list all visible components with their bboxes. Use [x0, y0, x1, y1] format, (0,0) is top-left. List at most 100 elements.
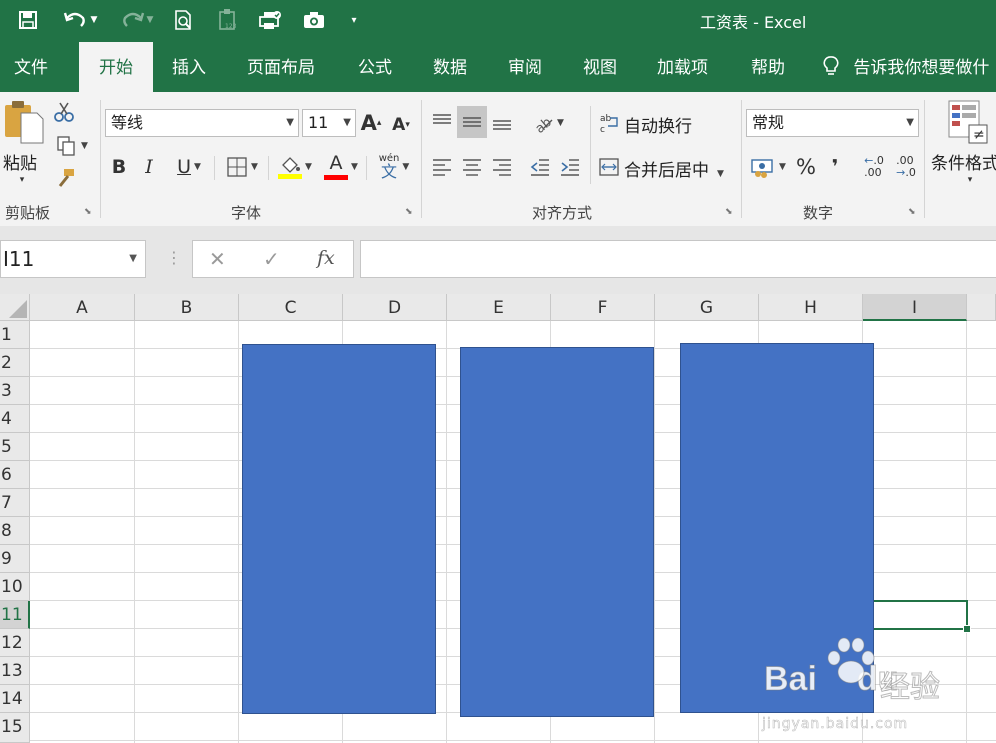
align-top-icon[interactable]: [428, 106, 456, 136]
row-header-10[interactable]: 10: [0, 573, 30, 601]
quick-print-icon[interactable]: [256, 6, 284, 34]
copy-icon[interactable]: ▼: [52, 134, 92, 158]
row-header-14[interactable]: 14: [0, 685, 30, 713]
clipboard-launcher-icon[interactable]: ⬊: [84, 207, 94, 217]
row-header-11[interactable]: 11: [0, 601, 30, 629]
redo-icon[interactable]: ▼: [114, 6, 158, 34]
select-all-button[interactable]: [0, 294, 30, 321]
ribbon-tabs: 文件 开始 插入 页面布局 公式 数据 审阅 视图 加载项 帮助 告诉我你想要做…: [0, 42, 996, 92]
tab-page-layout[interactable]: 页面布局: [247, 42, 315, 92]
number-launcher-icon[interactable]: ⬊: [908, 207, 918, 217]
rectangle-shape-1[interactable]: [242, 344, 436, 714]
column-header-g[interactable]: G: [655, 294, 759, 321]
grow-font-button[interactable]: A ▴: [360, 110, 382, 136]
phonetic-guide-button[interactable]: wén 文 ▼: [372, 150, 416, 184]
underline-button[interactable]: U ▼: [168, 154, 210, 180]
column-header-j[interactable]: [967, 294, 996, 321]
formula-input[interactable]: [360, 240, 996, 278]
name-box[interactable]: I11 ▼: [0, 240, 146, 278]
worksheet-grid[interactable]: A B C D E F G H I 1 2 3 4 5 6 7 8 9 10 1…: [0, 294, 996, 743]
align-center-icon[interactable]: [458, 152, 486, 182]
tab-help[interactable]: 帮助: [751, 42, 785, 92]
increase-decimal-button[interactable]: ←.0.00: [860, 152, 888, 182]
tell-me-search[interactable]: 告诉我你想要做什: [822, 42, 989, 92]
cancel-icon[interactable]: ✕: [209, 247, 226, 271]
column-header-c[interactable]: C: [239, 294, 343, 321]
font-color-button[interactable]: A ▼: [320, 152, 362, 182]
row-header-15[interactable]: 15: [0, 713, 30, 743]
row-header-8[interactable]: 8: [0, 517, 30, 545]
align-middle-icon[interactable]: [457, 106, 487, 138]
row-header-5[interactable]: 5: [0, 433, 30, 461]
column-header-d[interactable]: D: [343, 294, 447, 321]
column-header-i[interactable]: I: [863, 294, 967, 321]
undo-icon[interactable]: ▼: [58, 6, 102, 34]
column-header-b[interactable]: B: [135, 294, 239, 321]
tab-file[interactable]: 文件: [14, 42, 48, 92]
row-header-1[interactable]: 1: [0, 321, 30, 349]
font-launcher-icon[interactable]: ⬊: [405, 207, 415, 217]
paste-values-icon[interactable]: 123: [214, 6, 242, 34]
tab-insert[interactable]: 插入: [172, 42, 206, 92]
merge-center-button[interactable]: 合并后居中 ▼: [624, 156, 724, 181]
customize-quick-access-icon[interactable]: ▾: [344, 6, 364, 34]
insert-function-icon[interactable]: fx: [317, 247, 335, 269]
row-header-6[interactable]: 6: [0, 461, 30, 489]
row-header-13[interactable]: 13: [0, 657, 30, 685]
font-size-combo[interactable]: 11 ▼: [302, 109, 356, 137]
bold-button[interactable]: B: [110, 154, 128, 180]
percent-style-button[interactable]: %: [794, 152, 818, 182]
tab-addins[interactable]: 加载项: [657, 42, 708, 92]
formula-bar: I11 ▼ ⋮ ✕ ✓ fx: [0, 226, 996, 294]
row-header-3[interactable]: 3: [0, 377, 30, 405]
tab-review[interactable]: 审阅: [508, 42, 542, 92]
accounting-format-button[interactable]: ▼: [746, 152, 790, 182]
save-icon[interactable]: [14, 6, 42, 34]
font-name-value: 等线: [111, 113, 144, 132]
row-header-12[interactable]: 12: [0, 629, 30, 657]
row-header-9[interactable]: 9: [0, 545, 30, 573]
paste-dropdown-icon[interactable]: ▾: [12, 172, 32, 188]
conditional-formatting-button[interactable]: 条件格式: [931, 149, 996, 174]
tab-home[interactable]: 开始: [79, 42, 153, 92]
row-header-4[interactable]: 4: [0, 405, 30, 433]
decrease-decimal-button[interactable]: .00 →.0: [892, 152, 920, 182]
conditional-formatting-dropdown-icon[interactable]: ▾: [960, 172, 980, 188]
enter-icon[interactable]: ✓: [263, 247, 280, 271]
number-format-combo[interactable]: 常规 ▼: [746, 109, 919, 137]
print-preview-icon[interactable]: [170, 6, 198, 34]
orientation-icon[interactable]: ab ▼: [528, 108, 568, 138]
column-header-h[interactable]: H: [759, 294, 863, 321]
borders-button[interactable]: ▼: [220, 154, 264, 180]
tab-data[interactable]: 数据: [433, 42, 467, 92]
tab-formulas[interactable]: 公式: [358, 42, 392, 92]
font-name-combo[interactable]: 等线 ▼: [105, 109, 299, 137]
formula-bar-grip-icon[interactable]: ⋮: [166, 248, 182, 267]
accounting-icon: [751, 159, 773, 178]
increase-indent-icon[interactable]: [556, 152, 584, 182]
font-group-label: 字体: [231, 204, 262, 222]
italic-button[interactable]: I: [140, 154, 158, 180]
column-header-e[interactable]: E: [447, 294, 551, 321]
shrink-font-button[interactable]: A ▾: [390, 112, 412, 138]
align-left-icon[interactable]: [428, 152, 456, 182]
wrap-text-button[interactable]: 自动换行: [624, 112, 692, 137]
format-painter-icon[interactable]: [52, 166, 78, 190]
align-right-icon[interactable]: [488, 152, 516, 182]
fill-color-button[interactable]: ▼: [274, 152, 316, 182]
column-header-f[interactable]: F: [551, 294, 655, 321]
comma-style-button[interactable]: ❜: [826, 152, 844, 182]
alignment-launcher-icon[interactable]: ⬊: [725, 207, 735, 217]
rectangle-shape-2[interactable]: [460, 347, 654, 717]
row-header-2[interactable]: 2: [0, 349, 30, 377]
row-header-7[interactable]: 7: [0, 489, 30, 517]
paste-icon[interactable]: [2, 98, 48, 146]
paste-button[interactable]: 粘贴: [3, 149, 37, 174]
align-bottom-icon[interactable]: [488, 108, 516, 138]
column-header-a[interactable]: A: [30, 294, 135, 321]
tab-view[interactable]: 视图: [583, 42, 617, 92]
camera-icon[interactable]: [300, 6, 328, 34]
cut-icon[interactable]: [52, 100, 76, 124]
decrease-indent-icon[interactable]: [526, 152, 554, 182]
selected-cell-i11[interactable]: [862, 600, 968, 630]
